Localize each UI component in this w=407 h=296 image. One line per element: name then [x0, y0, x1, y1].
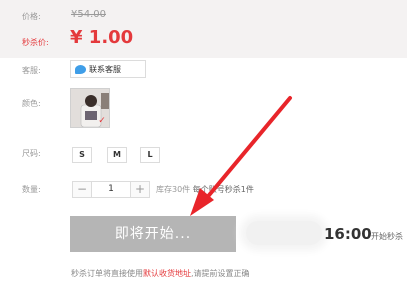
red-arrow-annotation	[190, 96, 292, 216]
